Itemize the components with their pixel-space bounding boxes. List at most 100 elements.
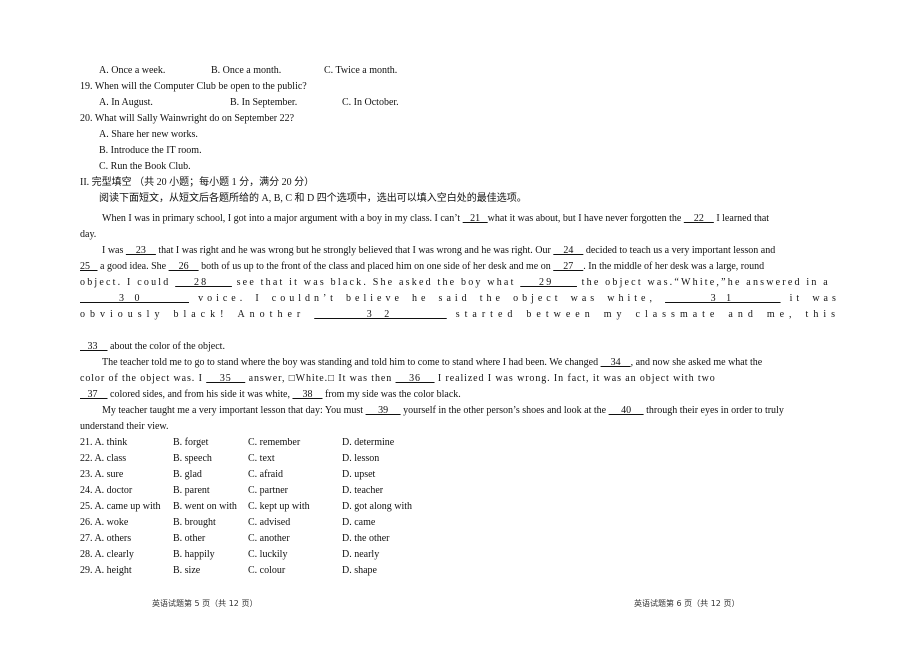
option-d: D. got along with xyxy=(342,501,412,512)
blank-28: 28 xyxy=(175,277,232,288)
passage-text: , and now she asked me what the xyxy=(630,357,763,368)
q18-option-b: B. Once a month. xyxy=(211,65,282,76)
option-c: C. afraid xyxy=(248,469,283,480)
passage-word: black! xyxy=(173,309,229,320)
passage-text: object. I could xyxy=(80,277,176,288)
blank-39: 39 xyxy=(365,405,401,416)
option-c: C. text xyxy=(248,453,275,464)
passage-text: both of us up to the front of the class … xyxy=(198,261,554,272)
blank-36: 36 xyxy=(395,373,435,384)
passage-word: I xyxy=(255,293,263,304)
passage-text: see that it was black. She asked the boy… xyxy=(231,277,521,288)
passage-word: voice. xyxy=(198,293,247,304)
q18-option-a: A. Once a week. xyxy=(99,65,166,76)
passage-text: a good idea. She xyxy=(97,261,169,272)
q20-option-a: A. Share her new works. xyxy=(99,129,198,140)
blank-35: 35 xyxy=(206,373,246,384)
passage-line: understand their view. xyxy=(80,421,169,433)
passage-text: decided to teach us a very important les… xyxy=(583,245,776,256)
option-d: D. determine xyxy=(342,437,395,448)
passage-word: it xyxy=(789,293,804,304)
passage-line: 25 a good idea. She 26 both of us up to … xyxy=(80,261,764,273)
q20-question: 20. What will Sally Wainwright do on Sep… xyxy=(80,113,295,124)
passage-word: white, xyxy=(607,293,656,304)
passage-text: color of the object was. I xyxy=(80,373,207,384)
passage-line-justified: obviously black! Another 3 2 started bet… xyxy=(80,309,840,321)
passage-text: yourself in the other person’s shoes and… xyxy=(400,405,609,416)
blank-25: 25 xyxy=(80,261,98,272)
passage-word: object xyxy=(513,293,562,304)
q19-option-c: C. In October. xyxy=(342,97,399,108)
section-heading: II. 完型填空 （共 20 小题；每小题 1 分，满分 20 分） xyxy=(80,177,315,188)
option-b: B. other xyxy=(173,533,206,544)
option-b: B. glad xyxy=(173,469,202,480)
option-d: D. upset xyxy=(342,469,376,480)
option-a: 24. A. doctor xyxy=(80,485,133,496)
blank-34: 34 xyxy=(600,357,631,368)
option-d: D. nearly xyxy=(342,549,380,560)
passage-line: My teacher taught me a very important le… xyxy=(102,405,784,417)
option-d: D. shape xyxy=(342,565,377,576)
passage-line: color of the object was. I 35 answer, □W… xyxy=(80,373,716,385)
passage-word: couldn’t xyxy=(271,293,337,304)
blank-22: 22 xyxy=(683,213,714,224)
option-a: 25. A. came up with xyxy=(80,501,161,512)
passage-text: from my side was the color black. xyxy=(322,389,461,400)
passage-line: 37 colored sides, and from his side it w… xyxy=(80,389,461,401)
passage-text: that I was right and he was wrong but he… xyxy=(155,245,554,256)
passage-word: said xyxy=(438,293,471,304)
passage-word: believe xyxy=(346,293,403,304)
option-a: 27. A. others xyxy=(80,533,132,544)
blank-26: 26 xyxy=(168,261,199,272)
passage-text: The teacher told me to go to stand where… xyxy=(102,357,601,368)
option-d: D. came xyxy=(342,517,376,528)
q20-option-b: B. Introduce the IT room. xyxy=(99,145,202,156)
passage-word: between xyxy=(526,309,595,320)
blank-23: 23 xyxy=(125,245,156,256)
passage-text: the object was.“White,”he answered in a xyxy=(576,277,830,288)
passage-word: and xyxy=(728,309,758,320)
passage-text: about the color of the object. xyxy=(107,341,225,352)
passage-text: through their eyes in order to truly xyxy=(643,405,784,416)
passage-line: I was 23 that I was right and he was wro… xyxy=(102,245,775,257)
passage-text: I realized I was wrong. In fact, it was … xyxy=(434,373,716,384)
q20-option-c: C. Run the Book Club. xyxy=(99,161,191,172)
q19-option-a: A. In August. xyxy=(99,97,153,108)
option-a: 26. A. woke xyxy=(80,517,129,528)
passage-text: I was xyxy=(102,245,126,256)
option-c: C. colour xyxy=(248,565,286,576)
option-c: C. another xyxy=(248,533,290,544)
passage-word: he xyxy=(412,293,430,304)
passage-word: me, xyxy=(766,309,797,320)
option-a: 21. A. think xyxy=(80,437,128,448)
passage-word: Another xyxy=(237,309,306,320)
option-d: D. teacher xyxy=(342,485,384,496)
blank-38: 38 xyxy=(292,389,323,400)
passage-word: this xyxy=(805,309,840,320)
option-c: C. remember xyxy=(248,437,301,448)
passage-line-justified: 3 0 voice. I couldn’t believe he said th… xyxy=(80,293,840,305)
option-c: C. kept up with xyxy=(248,501,310,512)
passage-text: day. xyxy=(80,229,97,240)
option-c: C. partner xyxy=(248,485,288,496)
passage-line: object. I could 28 see that it was black… xyxy=(80,277,830,289)
passage-word: was xyxy=(812,293,840,304)
page-footer-left: 英语试题第 5 页（共 12 页） xyxy=(152,599,258,608)
passage-text: what it was about, but I have never forg… xyxy=(487,213,684,224)
q19-option-b: B. In September. xyxy=(230,97,298,108)
blank-37: 37 xyxy=(80,389,108,400)
passage-text: answer, □White.□ It was then xyxy=(245,373,396,384)
option-b: B. brought xyxy=(173,517,216,528)
blank-30: 3 0 xyxy=(80,293,189,304)
passage-text: understand their view. xyxy=(80,421,169,432)
option-b: B. size xyxy=(173,565,201,576)
passage-word: obviously xyxy=(80,309,165,320)
blank-24: 24 xyxy=(553,245,584,256)
blank-21: 21 xyxy=(462,213,488,224)
passage-line: The teacher told me to go to stand where… xyxy=(102,357,762,369)
option-a: 29. A. height xyxy=(80,565,132,576)
option-c: C. luckily xyxy=(248,549,288,560)
option-b: B. speech xyxy=(173,453,212,464)
blank-27: 27 xyxy=(553,261,584,272)
passage-word: my xyxy=(603,309,627,320)
